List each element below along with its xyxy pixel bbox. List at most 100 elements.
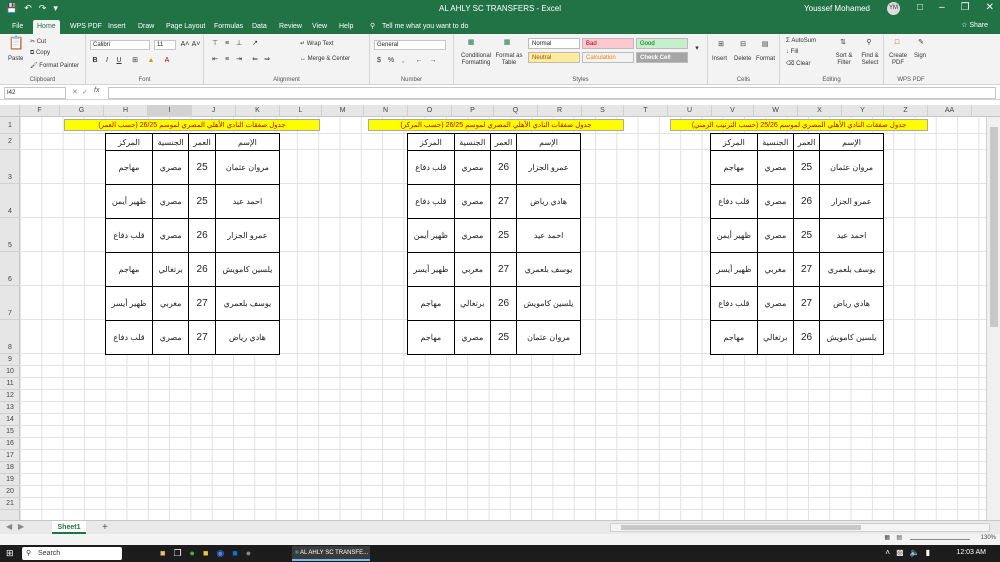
align-left-icon[interactable]: ⇤ bbox=[210, 55, 220, 65]
enter-icon[interactable]: ✓ bbox=[82, 88, 88, 96]
cell-age[interactable]: 26 bbox=[489, 150, 518, 185]
cell-name[interactable]: هادي رياض bbox=[516, 184, 581, 219]
column-header[interactable]: W bbox=[754, 105, 798, 117]
header-nationality[interactable]: الجنسية bbox=[453, 133, 491, 151]
cell-nationality[interactable]: مغربي bbox=[453, 252, 491, 287]
name-box[interactable]: I42 bbox=[4, 87, 66, 99]
taskbar-excel-window[interactable]: ■ AL AHLY SC TRANSFE... bbox=[292, 546, 370, 561]
comma-icon[interactable]: , bbox=[398, 56, 408, 66]
task-view-icon[interactable]: ❐ bbox=[173, 548, 181, 559]
paste-button[interactable]: Paste bbox=[8, 56, 23, 62]
pdf-icon[interactable]: □ bbox=[892, 38, 902, 48]
cell-position[interactable]: قلب دفاع bbox=[105, 218, 153, 253]
cell-name[interactable]: مروان عثمان bbox=[516, 320, 581, 355]
header-position[interactable]: المركز bbox=[710, 133, 758, 151]
header-nationality[interactable]: الجنسية bbox=[756, 133, 794, 151]
header-age[interactable]: العمر bbox=[792, 133, 821, 151]
cell-nationality[interactable]: مصري bbox=[151, 184, 190, 219]
column-header[interactable]: T bbox=[624, 105, 668, 117]
cell-nationality[interactable]: مصري bbox=[151, 150, 190, 185]
network-icon[interactable]: ▩ bbox=[896, 548, 904, 557]
row-header[interactable]: 17 bbox=[0, 450, 20, 462]
header-position[interactable]: المركز bbox=[407, 133, 455, 151]
font-size-select[interactable]: 11 bbox=[154, 40, 176, 50]
cell-name[interactable]: يلسين كامويش bbox=[819, 320, 884, 355]
cell-nationality[interactable]: مصري bbox=[756, 184, 794, 219]
cell-position[interactable]: مهاجم bbox=[407, 286, 455, 321]
cell-name[interactable]: يلسين كامويش bbox=[516, 286, 581, 321]
chrome-icon[interactable]: ◉ bbox=[216, 548, 224, 559]
column-header[interactable]: H bbox=[104, 105, 148, 117]
app-icon[interactable]: ● bbox=[246, 548, 251, 559]
cell-age[interactable]: 25 bbox=[489, 218, 518, 253]
sort-filter-button[interactable]: Sort & Filter bbox=[832, 53, 856, 67]
cell-position[interactable]: ظهير أيمن bbox=[105, 184, 153, 219]
tab-formulas[interactable]: Formulas bbox=[210, 20, 247, 34]
delete-button[interactable]: Delete bbox=[734, 56, 751, 62]
cut-button[interactable]: ✂ Cut bbox=[30, 38, 46, 45]
style-check-cell[interactable]: Check Cell bbox=[636, 52, 688, 63]
fx-icon[interactable]: fx bbox=[94, 87, 99, 94]
close-icon[interactable]: ✕ bbox=[986, 2, 994, 13]
store-icon[interactable]: ■ bbox=[232, 548, 237, 559]
find-icon[interactable]: ⚲ bbox=[864, 38, 874, 48]
wrap-text-button[interactable]: ↵ Wrap Text bbox=[300, 40, 334, 47]
cell-age[interactable]: 25 bbox=[792, 150, 821, 185]
insert-button[interactable]: Insert bbox=[712, 56, 727, 62]
row-header[interactable]: 10 bbox=[0, 366, 20, 378]
taskbar-search[interactable]: ⚲ Search bbox=[22, 547, 122, 560]
style-good[interactable]: Good bbox=[636, 38, 688, 49]
format-table-icon[interactable]: ▦ bbox=[502, 38, 512, 48]
autosum-button[interactable]: Σ AutoSum bbox=[786, 38, 816, 44]
style-bad[interactable]: Bad bbox=[582, 38, 634, 49]
clear-button[interactable]: ⌫ Clear bbox=[786, 60, 811, 67]
row-header[interactable]: 19 bbox=[0, 474, 20, 486]
cell-age[interactable]: 26 bbox=[188, 218, 216, 253]
cell-name[interactable]: يوسف بلعمري bbox=[819, 252, 884, 287]
decrease-indent-icon[interactable]: ⇐ bbox=[250, 55, 260, 65]
file-explorer-icon[interactable]: ■ bbox=[203, 548, 208, 559]
cell-position[interactable]: مهاجم bbox=[105, 252, 153, 287]
cell-nationality[interactable]: مغربي bbox=[756, 252, 794, 287]
cell-name[interactable]: احمد عيد bbox=[516, 218, 581, 253]
cell-name[interactable]: هادي رياض bbox=[819, 286, 884, 321]
tab-data[interactable]: Data bbox=[248, 20, 271, 34]
row-header[interactable]: 3 bbox=[0, 150, 20, 184]
header-age[interactable]: العمر bbox=[188, 133, 216, 151]
style-calculation[interactable]: Calculation bbox=[582, 52, 634, 63]
edge-icon[interactable]: ● bbox=[190, 548, 195, 559]
cell-name[interactable]: هادي رياض bbox=[214, 320, 281, 355]
share-button[interactable]: ☆ Share bbox=[961, 21, 988, 29]
cell-age[interactable]: 27 bbox=[188, 320, 216, 355]
row-header[interactable]: 15 bbox=[0, 426, 20, 438]
style-normal[interactable]: Normal bbox=[528, 38, 580, 49]
format-cells-icon[interactable]: ▤ bbox=[760, 40, 770, 50]
header-age[interactable]: العمر bbox=[489, 133, 518, 151]
vertical-scrollbar[interactable] bbox=[986, 117, 1000, 520]
cell-nationality[interactable]: مصري bbox=[756, 218, 794, 253]
cell-position[interactable]: ظهير أيمن bbox=[710, 218, 758, 253]
borders-icon[interactable]: ⊞ bbox=[130, 56, 140, 66]
cell-nationality[interactable]: مصري bbox=[453, 184, 491, 219]
cell-nationality[interactable]: مصري bbox=[151, 320, 190, 355]
decrease-decimal-icon[interactable]: → bbox=[428, 56, 438, 66]
format-button[interactable]: Format bbox=[756, 56, 775, 62]
align-middle-icon[interactable]: ≡ bbox=[222, 39, 232, 49]
cell-nationality[interactable]: مصري bbox=[453, 320, 491, 355]
column-header[interactable]: O bbox=[408, 105, 452, 117]
column-header[interactable]: Q bbox=[494, 105, 538, 117]
cell-age[interactable]: 26 bbox=[792, 184, 821, 219]
tab-help[interactable]: Help bbox=[335, 20, 357, 34]
horizontal-scrollbar[interactable] bbox=[610, 523, 990, 532]
cell-age[interactable]: 25 bbox=[188, 150, 216, 185]
style-neutral[interactable]: Neutral bbox=[528, 52, 580, 63]
align-bottom-icon[interactable]: ⊥ bbox=[234, 39, 244, 49]
row-header[interactable]: 6 bbox=[0, 252, 20, 286]
cell-position[interactable]: قلب دفاع bbox=[710, 184, 758, 219]
table-title[interactable]: جدول صفقات النادي الأهلي المصري لموسم 26… bbox=[64, 119, 320, 131]
cell-nationality[interactable]: مغربي bbox=[151, 286, 190, 321]
header-nationality[interactable]: الجنسية bbox=[151, 133, 190, 151]
grow-font-icon[interactable]: A˄ bbox=[180, 40, 190, 50]
cell-name[interactable]: يلسين كامويش bbox=[214, 252, 281, 287]
battery-icon[interactable]: ▮ bbox=[926, 548, 930, 557]
